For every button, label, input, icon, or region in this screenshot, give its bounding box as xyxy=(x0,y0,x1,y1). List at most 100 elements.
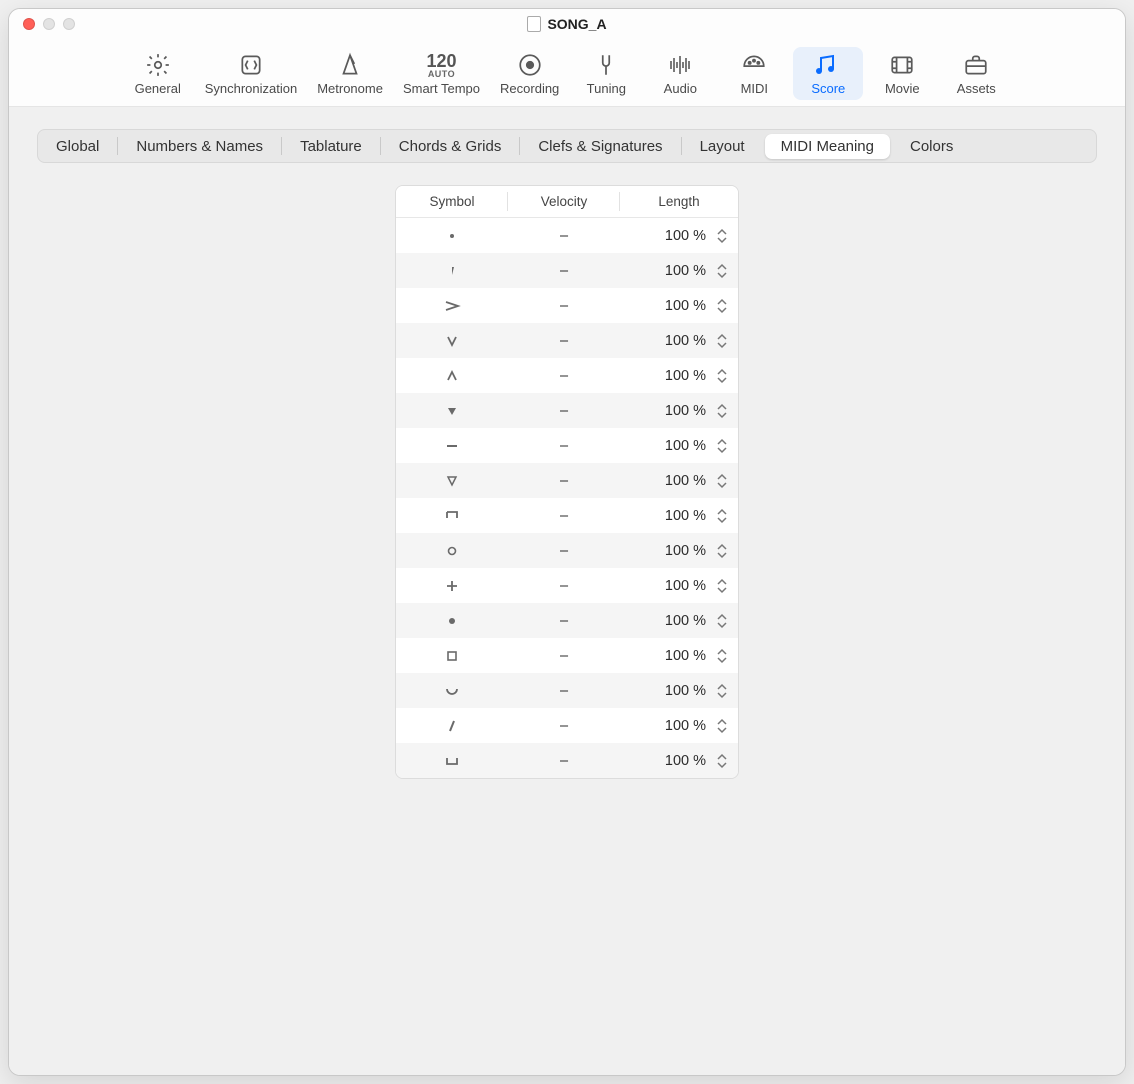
velocity-cell[interactable]: – xyxy=(508,718,620,734)
col-header-length[interactable]: Length xyxy=(620,186,738,217)
midi-icon xyxy=(741,51,767,79)
stepper-control[interactable] xyxy=(716,332,728,350)
stepper-control[interactable] xyxy=(716,682,728,700)
col-header-symbol[interactable]: Symbol xyxy=(396,186,508,217)
length-cell[interactable]: 100 % xyxy=(620,297,738,315)
tab-tuning[interactable]: Tuning xyxy=(571,47,641,100)
stepper-control[interactable] xyxy=(716,717,728,735)
stepper-control[interactable] xyxy=(716,227,728,245)
tab-recording[interactable]: Recording xyxy=(492,47,567,100)
length-cell[interactable]: 100 % xyxy=(620,402,738,420)
table-row[interactable]: –100 % xyxy=(396,533,738,568)
tab-label: Audio xyxy=(664,81,697,96)
table-row[interactable]: – 100 % xyxy=(396,253,738,288)
subtab-tablature[interactable]: Tablature xyxy=(282,132,380,161)
length-cell[interactable]: 100 % xyxy=(620,717,738,735)
table-row[interactable]: –100 % xyxy=(396,218,738,253)
close-window-button[interactable] xyxy=(23,18,35,30)
zoom-window-button[interactable] xyxy=(63,18,75,30)
tab-smart-tempo[interactable]: 120 AUTO Smart Tempo xyxy=(395,47,488,100)
metronome-icon xyxy=(337,51,363,79)
stepper-control[interactable] xyxy=(716,752,728,770)
velocity-cell[interactable]: – xyxy=(508,368,620,384)
stepper-control[interactable] xyxy=(716,297,728,315)
minimize-window-button[interactable] xyxy=(43,18,55,30)
velocity-cell[interactable]: – xyxy=(508,683,620,699)
tab-general[interactable]: General xyxy=(123,47,193,100)
table-row[interactable]: –100 % xyxy=(396,603,738,638)
velocity-cell[interactable]: – xyxy=(508,648,620,664)
tab-score[interactable]: Score xyxy=(793,47,863,100)
length-cell[interactable]: 100 % xyxy=(620,227,738,245)
table-row[interactable]: –100 % xyxy=(396,708,738,743)
velocity-cell[interactable]: – xyxy=(508,333,620,349)
length-cell[interactable]: 100 % xyxy=(620,612,738,630)
table-row[interactable]: –100 % xyxy=(396,358,738,393)
subtab-layout[interactable]: Layout xyxy=(682,132,763,161)
length-cell[interactable]: 100 % xyxy=(620,437,738,455)
velocity-cell[interactable]: – xyxy=(508,298,620,314)
velocity-cell[interactable]: – xyxy=(508,263,620,279)
velocity-cell[interactable]: – xyxy=(508,228,620,244)
tab-label: Tuning xyxy=(587,81,626,96)
table-row[interactable]: –100 % xyxy=(396,638,738,673)
table-row[interactable]: –100 % xyxy=(396,428,738,463)
velocity-cell[interactable]: – xyxy=(508,473,620,489)
stepper-control[interactable] xyxy=(716,577,728,595)
length-cell[interactable]: 100 % xyxy=(620,332,738,350)
length-cell[interactable]: 100 % xyxy=(620,367,738,385)
length-cell[interactable]: 100 % xyxy=(620,647,738,665)
velocity-cell[interactable]: – xyxy=(508,438,620,454)
stepper-control[interactable] xyxy=(716,612,728,630)
stepper-control[interactable] xyxy=(716,507,728,525)
table-row[interactable]: – 100 % xyxy=(396,498,738,533)
tab-synchronization[interactable]: Synchronization xyxy=(197,47,306,100)
subtab-colors[interactable]: Colors xyxy=(892,132,971,161)
symbol-cell xyxy=(396,647,508,665)
subtab-chords-grids[interactable]: Chords & Grids xyxy=(381,132,520,161)
tab-assets[interactable]: Assets xyxy=(941,47,1011,100)
table-row[interactable]: –100 % xyxy=(396,288,738,323)
velocity-cell[interactable]: – xyxy=(508,403,620,419)
tab-movie[interactable]: Movie xyxy=(867,47,937,100)
length-value: 100 % xyxy=(665,263,706,279)
table-row[interactable]: – 100 % xyxy=(396,323,738,358)
velocity-cell[interactable]: – xyxy=(508,753,620,769)
col-header-velocity[interactable]: Velocity xyxy=(508,186,620,217)
length-cell[interactable]: 100 % xyxy=(620,752,738,770)
stepper-control[interactable] xyxy=(716,472,728,490)
stepper-control[interactable] xyxy=(716,262,728,280)
length-cell[interactable]: 100 % xyxy=(620,472,738,490)
table-row[interactable]: –100 % xyxy=(396,673,738,708)
stepper-control[interactable] xyxy=(716,647,728,665)
length-cell[interactable]: 100 % xyxy=(620,542,738,560)
table-row[interactable]: –100 % xyxy=(396,463,738,498)
stepper-control[interactable] xyxy=(716,367,728,385)
subtab-numbers-names[interactable]: Numbers & Names xyxy=(118,132,281,161)
record-icon xyxy=(517,51,543,79)
length-cell[interactable]: 100 % xyxy=(620,577,738,595)
velocity-cell[interactable]: – xyxy=(508,508,620,524)
table-row[interactable]: –100 % xyxy=(396,393,738,428)
length-value: 100 % xyxy=(665,508,706,524)
velocity-cell[interactable]: – xyxy=(508,578,620,594)
tab-metronome[interactable]: Metronome xyxy=(309,47,391,100)
length-cell[interactable]: 100 % xyxy=(620,682,738,700)
subtab-clefs-signatures[interactable]: Clefs & Signatures xyxy=(520,132,680,161)
table-row[interactable]: –100 % xyxy=(396,743,738,778)
stepper-control[interactable] xyxy=(716,437,728,455)
velocity-cell[interactable]: – xyxy=(508,543,620,559)
window-controls xyxy=(9,18,75,30)
subtab-midi-meaning[interactable]: MIDI Meaning xyxy=(765,134,890,159)
tab-audio[interactable]: Audio xyxy=(645,47,715,100)
subtab-global[interactable]: Global xyxy=(38,132,117,161)
sync-icon xyxy=(238,51,264,79)
table-row[interactable]: –100 % xyxy=(396,568,738,603)
stepper-control[interactable] xyxy=(716,402,728,420)
stepper-control[interactable] xyxy=(716,542,728,560)
tab-midi[interactable]: MIDI xyxy=(719,47,789,100)
velocity-cell[interactable]: – xyxy=(508,613,620,629)
length-value: 100 % xyxy=(665,333,706,349)
length-cell[interactable]: 100 % xyxy=(620,262,738,280)
length-cell[interactable]: 100 % xyxy=(620,507,738,525)
